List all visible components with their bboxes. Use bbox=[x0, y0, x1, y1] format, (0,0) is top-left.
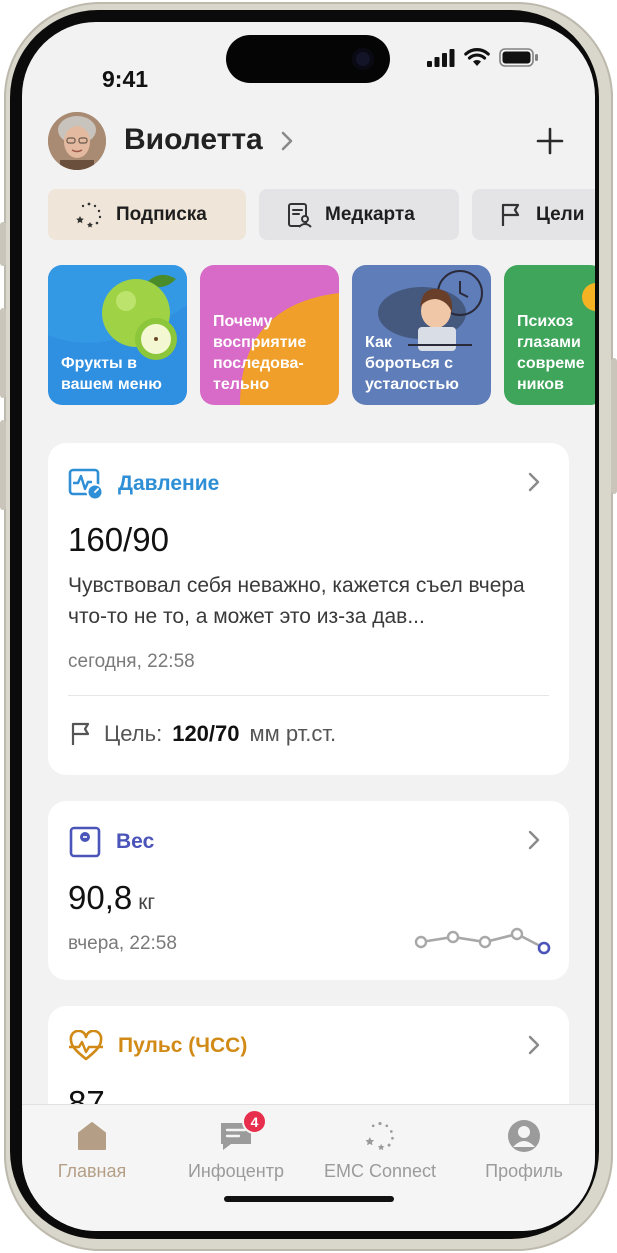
tab-label: Профиль bbox=[485, 1161, 563, 1181]
medical-record-icon bbox=[288, 202, 312, 228]
camera-icon bbox=[352, 48, 374, 70]
pressure-title: Давление bbox=[118, 472, 220, 495]
blood-pressure-icon bbox=[68, 468, 104, 501]
constellation-icon bbox=[365, 1121, 394, 1151]
story-title: Почему восприятие последова- тельно bbox=[213, 313, 307, 393]
chip-goals[interactable]: Цели bbox=[472, 189, 595, 240]
goal-value: 120/70 bbox=[172, 721, 240, 746]
weight-title: Вес bbox=[116, 830, 155, 853]
story-title: Психоз глазами совреме ников bbox=[517, 313, 585, 393]
plus-icon[interactable] bbox=[535, 126, 565, 156]
status-time: 9:41 bbox=[102, 66, 149, 92]
flag-icon bbox=[501, 203, 520, 226]
chip-medical-record[interactable]: Медкарта bbox=[259, 189, 459, 240]
user-name[interactable]: Виолетта bbox=[124, 123, 263, 157]
wifi-icon bbox=[464, 48, 490, 66]
tab-profile[interactable]: Профиль bbox=[454, 1117, 594, 1182]
tab-bar: Главная 4 Инфоцентр EMC Connect Профиль bbox=[22, 1104, 595, 1231]
story-title: Как бороться с усталостью bbox=[365, 334, 459, 393]
tab-infocenter[interactable]: 4 Инфоцентр bbox=[166, 1109, 306, 1182]
screen: 9:41 Виолетта Подписка Медкарта Цели Фру… bbox=[22, 22, 595, 1231]
tab-label: Главная bbox=[57, 1161, 127, 1181]
goal-unit: мм рт.ст. bbox=[249, 721, 337, 746]
weight-sparkline bbox=[414, 927, 551, 955]
weight-time: вчера, 22:58 bbox=[68, 933, 177, 954]
chip-label: Подписка bbox=[116, 203, 207, 225]
pressure-note: Чувствовал себя неважно, кажется съел вч… bbox=[68, 574, 525, 628]
tab-label: EMC Connect bbox=[323, 1161, 437, 1181]
chip-label: Медкарта bbox=[325, 203, 415, 225]
story-card-fatigue[interactable]: Как бороться с усталостью bbox=[352, 265, 491, 405]
pulse-title: Пульс (ЧСС) bbox=[118, 1034, 248, 1057]
battery-icon bbox=[499, 48, 538, 67]
side-button bbox=[0, 420, 6, 510]
chevron-right-icon[interactable] bbox=[527, 1034, 541, 1056]
flag-icon bbox=[71, 722, 90, 745]
chevron-right-icon[interactable] bbox=[527, 471, 541, 493]
side-button bbox=[0, 308, 6, 398]
tab-home[interactable]: Главная bbox=[22, 1117, 162, 1182]
story-card-fruits[interactable]: Фрукты в вашем меню bbox=[48, 265, 187, 405]
weight-value-row: 90,8 кг bbox=[68, 879, 155, 917]
constellation-icon bbox=[76, 202, 102, 227]
goal-label: Цель: bbox=[104, 721, 163, 746]
home-icon bbox=[78, 1122, 106, 1150]
story-card-psychosis[interactable]: Психоз глазами совреме ников bbox=[504, 265, 595, 405]
chip-row: Подписка Медкарта Цели bbox=[48, 189, 595, 240]
home-indicator bbox=[224, 1196, 394, 1202]
pressure-time: сегодня, 22:58 bbox=[68, 651, 195, 672]
side-button bbox=[0, 222, 6, 266]
avatar[interactable] bbox=[48, 112, 106, 170]
signal-icon bbox=[427, 48, 455, 67]
story-title: Фрукты в вашем меню bbox=[61, 355, 162, 393]
weight-header: Вес bbox=[68, 825, 154, 859]
notification-badge: 4 bbox=[242, 1109, 267, 1134]
pulse-header: Пульс (ЧСС) bbox=[68, 1030, 247, 1062]
story-row: Фрукты в вашем меню Почему восприятие по… bbox=[48, 265, 595, 405]
weight-value: 90,8 bbox=[68, 879, 133, 916]
dynamic-island bbox=[226, 35, 390, 83]
chip-label: Цели bbox=[536, 203, 585, 225]
divider bbox=[68, 695, 549, 696]
chevron-right-icon[interactable] bbox=[280, 130, 294, 152]
pressure-card[interactable]: Давление 160/90 Чувствовал себя неважно,… bbox=[48, 443, 569, 775]
status-icons bbox=[427, 48, 539, 67]
chevron-right-icon[interactable] bbox=[527, 829, 541, 851]
pressure-header: Давление bbox=[68, 467, 219, 501]
tab-label: Инфоцентр bbox=[187, 1161, 284, 1181]
pressure-value: 160/90 bbox=[68, 521, 169, 558]
pressure-goal: Цель: 120/70 мм рт.ст. bbox=[68, 721, 336, 747]
scale-icon bbox=[69, 826, 101, 858]
side-button bbox=[611, 358, 617, 494]
heartbeat-icon bbox=[69, 1030, 103, 1061]
weight-card[interactable]: Вес 90,8 кг вчера, 22:58 bbox=[48, 801, 569, 980]
weight-unit: кг bbox=[138, 891, 156, 914]
story-card-perception[interactable]: Почему восприятие последова- тельно bbox=[200, 265, 339, 405]
chip-subscription[interactable]: Подписка bbox=[48, 189, 246, 240]
tab-emc-connect[interactable]: EMC Connect bbox=[310, 1117, 450, 1182]
profile-icon bbox=[508, 1120, 540, 1152]
